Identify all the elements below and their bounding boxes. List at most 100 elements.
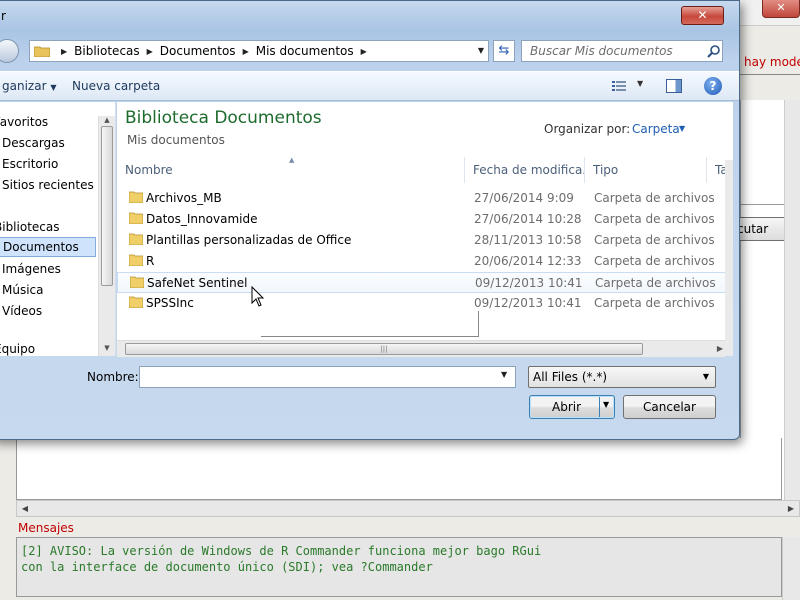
dialog-close-button[interactable]: ✕ bbox=[681, 6, 724, 25]
chevron-down-icon[interactable]: ▼ bbox=[603, 400, 609, 409]
organize-label: ganizar bbox=[2, 79, 47, 93]
nav-documents[interactable]: Documentos bbox=[0, 237, 96, 257]
chevron-down-icon[interactable]: ▼ bbox=[501, 370, 507, 379]
file-list-pane: Biblioteca Documentos Mis documentos Org… bbox=[117, 102, 733, 357]
table-row-hovered[interactable]: SafeNet Sentinel 09/12/2013 10:41 Carpet… bbox=[117, 272, 727, 293]
message-line-2: con la interface de documento único (SDI… bbox=[21, 560, 433, 574]
folder-icon bbox=[130, 276, 144, 288]
nav-favorites[interactable]: Favoritos bbox=[0, 112, 48, 132]
breadcrumb-libraries[interactable]: Bibliotecas bbox=[74, 44, 139, 58]
library-subtitle: Mis documentos bbox=[127, 133, 225, 147]
scroll-thumb[interactable]: ||| bbox=[125, 343, 643, 355]
nav-vertical-scrollbar[interactable]: ▲ ▼ bbox=[98, 116, 115, 356]
nav-label: Equipo bbox=[0, 342, 36, 356]
rcmdr-model-hint: hay model bbox=[744, 55, 800, 69]
nav-computer[interactable]: Equipo bbox=[0, 342, 35, 356]
file-date: 27/06/2014 10:28 bbox=[474, 212, 582, 226]
filetype-value: All Files (*.*) bbox=[533, 370, 608, 384]
file-date: 28/11/2013 10:58 bbox=[474, 233, 582, 247]
rcmdr-output-pane[interactable] bbox=[16, 438, 782, 500]
file-type: Carpeta de archivos bbox=[594, 191, 715, 205]
library-title: Biblioteca Documentos bbox=[125, 108, 322, 128]
messages-scrollbar[interactable] bbox=[782, 537, 800, 600]
back-button[interactable] bbox=[0, 39, 19, 63]
file-name: SafeNet Sentinel bbox=[147, 276, 248, 290]
file-rows: Archivos_MB 27/06/2014 9:09 Carpeta de a… bbox=[117, 188, 727, 314]
file-date: 27/06/2014 9:09 bbox=[474, 191, 574, 205]
view-list-icon[interactable] bbox=[612, 80, 626, 92]
folder-icon bbox=[129, 212, 143, 224]
output-horizontal-scrollbar[interactable]: ◀ ▶ bbox=[16, 500, 800, 517]
scroll-right-icon[interactable]: ▶ bbox=[783, 501, 799, 516]
file-list-horizontal-scrollbar[interactable]: ||| ▶ bbox=[117, 340, 725, 357]
file-name: R bbox=[146, 254, 155, 268]
scroll-left-icon[interactable]: ◀ bbox=[17, 501, 33, 516]
file-name: Archivos_MB bbox=[146, 191, 222, 205]
chevron-right-icon[interactable]: ▶ bbox=[361, 47, 367, 56]
file-list-vertical-scrollbar[interactable] bbox=[725, 160, 733, 356]
new-folder-button[interactable]: Nueva carpeta bbox=[72, 79, 160, 93]
scroll-down-icon[interactable]: ▼ bbox=[99, 344, 115, 356]
file-type: Carpeta de archivos bbox=[594, 233, 715, 247]
search-input[interactable]: Buscar Mis documentos bbox=[521, 40, 723, 62]
tooltip-shadow bbox=[261, 311, 479, 337]
file-date: 20/06/2014 12:33 bbox=[474, 254, 582, 268]
nav-label: Imágenes bbox=[2, 262, 61, 276]
messages-box[interactable]: [2] AVISO: La versión de Windows de R Co… bbox=[16, 537, 782, 597]
folder-icon bbox=[129, 233, 143, 245]
preview-pane-icon[interactable] bbox=[666, 79, 682, 93]
cancel-button[interactable]: Cancelar bbox=[623, 395, 716, 419]
chevron-down-icon[interactable]: ▼ bbox=[478, 41, 484, 61]
scroll-right-icon[interactable]: ▶ bbox=[717, 344, 723, 353]
organize-button[interactable]: ganizar ▼ bbox=[2, 79, 56, 93]
command-toolbar: ganizar ▼ Nueva carpeta ▼ ? bbox=[0, 71, 739, 101]
rcmdr-close-button[interactable]: ✕ bbox=[762, 0, 800, 18]
table-row[interactable]: Archivos_MB 27/06/2014 9:09 Carpeta de a… bbox=[117, 188, 727, 209]
nav-label: Vídeos bbox=[2, 304, 43, 318]
nav-music[interactable]: Música bbox=[2, 280, 44, 300]
filename-label: Nombre: bbox=[87, 370, 139, 384]
script-vertical-scrollbar[interactable] bbox=[784, 100, 800, 500]
nav-downloads[interactable]: Descargas bbox=[2, 133, 65, 153]
scroll-thumb[interactable] bbox=[101, 126, 113, 286]
mouse-cursor-icon bbox=[251, 286, 265, 307]
table-row[interactable]: Plantillas personalizadas de Office 28/1… bbox=[117, 230, 727, 251]
file-name: SPSSInc bbox=[146, 296, 194, 310]
nav-videos[interactable]: Vídeos bbox=[2, 301, 42, 321]
column-type[interactable]: Tipo bbox=[585, 157, 707, 183]
breadcrumb-my-documents[interactable]: Mis documentos bbox=[256, 44, 354, 58]
filename-input[interactable] bbox=[139, 366, 516, 388]
filetype-select[interactable]: All Files (*.*) ▼ bbox=[528, 366, 716, 388]
rcmdr-left-edge bbox=[0, 438, 16, 600]
file-name: Datos_Innovamide bbox=[146, 212, 258, 226]
chevron-down-icon[interactable]: ▼ bbox=[679, 124, 685, 133]
table-row[interactable]: Datos_Innovamide 27/06/2014 10:28 Carpet… bbox=[117, 209, 727, 230]
arrange-by-label: Organizar por: bbox=[544, 122, 631, 136]
divider bbox=[740, 74, 800, 75]
arrange-by-dropdown[interactable]: Carpeta bbox=[632, 122, 680, 136]
nav-label: Bibliotecas bbox=[0, 220, 60, 234]
chevron-down-icon[interactable]: ▼ bbox=[637, 79, 643, 88]
column-date-modified[interactable]: Fecha de modifica... bbox=[465, 157, 585, 183]
nav-recent-places[interactable]: Sitios recientes bbox=[2, 175, 94, 195]
folder-icon bbox=[129, 254, 143, 266]
table-row[interactable]: R 20/06/2014 12:33 Carpeta de archivos bbox=[117, 251, 727, 272]
chevron-right-icon[interactable]: ▶ bbox=[61, 47, 67, 56]
folder-icon bbox=[129, 191, 143, 203]
chevron-right-icon[interactable]: ▶ bbox=[147, 47, 153, 56]
column-name[interactable]: Nombre bbox=[117, 157, 465, 183]
breadcrumb-documents[interactable]: Documentos bbox=[160, 44, 236, 58]
help-icon[interactable]: ? bbox=[704, 77, 722, 95]
nav-libraries[interactable]: Bibliotecas bbox=[0, 217, 59, 237]
nav-label: Descargas bbox=[2, 136, 65, 150]
nav-label: Música bbox=[2, 283, 44, 297]
column-size[interactable]: Ta bbox=[707, 157, 725, 183]
file-name: Plantillas personalizadas de Office bbox=[146, 233, 352, 247]
chevron-right-icon[interactable]: ▶ bbox=[243, 47, 249, 56]
search-icon[interactable] bbox=[707, 44, 721, 58]
nav-desktop[interactable]: Escritorio bbox=[2, 154, 58, 174]
file-date: 09/12/2013 10:41 bbox=[475, 276, 583, 290]
nav-pictures[interactable]: Imágenes bbox=[2, 259, 61, 279]
refresh-button[interactable]: ⇆ bbox=[493, 40, 515, 62]
address-bar[interactable]: ▶ Bibliotecas ▶ Documentos ▶ Mis documen… bbox=[29, 40, 489, 62]
